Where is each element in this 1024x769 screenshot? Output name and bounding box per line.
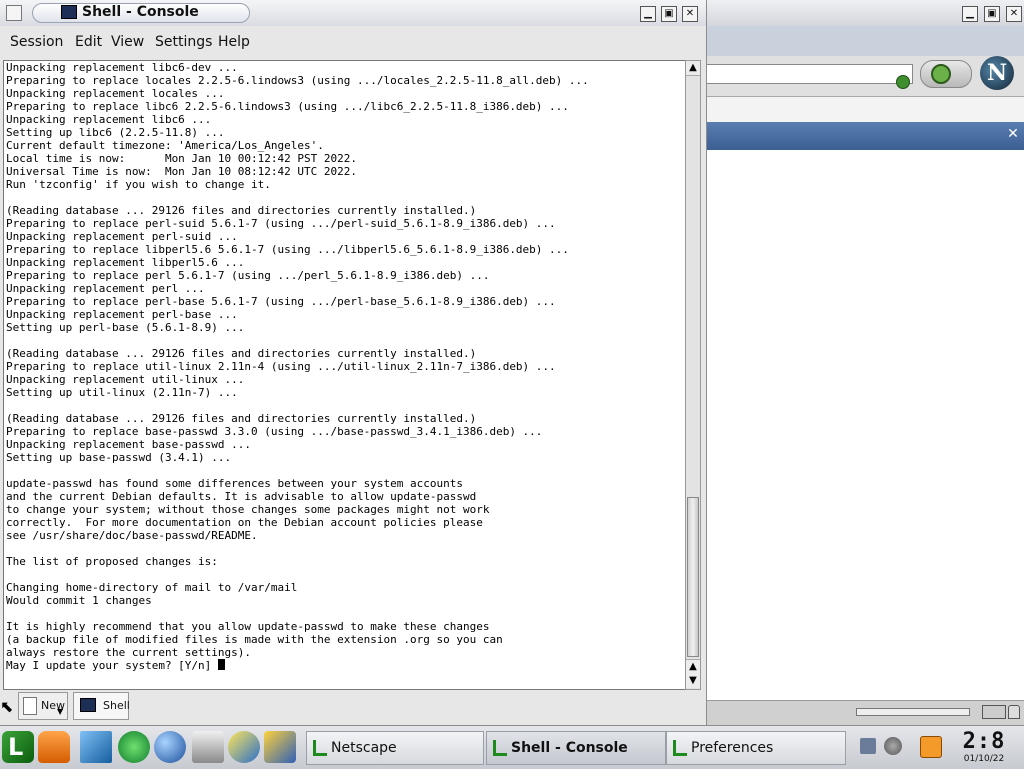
window-icon	[673, 740, 687, 756]
window-icon	[493, 740, 507, 756]
window-menu-icon[interactable]	[6, 5, 22, 21]
user-icon[interactable]	[884, 737, 902, 755]
terminal-prompt: May I update your system? [Y/n]	[6, 659, 218, 672]
start-logo-icon: L	[8, 733, 24, 761]
chevron-down-icon[interactable]: ▼	[57, 707, 63, 716]
maximize-icon[interactable]: ▣	[984, 6, 1000, 22]
minimize-icon[interactable]: ▁	[640, 6, 656, 22]
menu-session[interactable]: Session	[10, 34, 63, 50]
connection-icon	[982, 705, 1006, 719]
clock[interactable]: 2:8 01/10/22	[956, 729, 1012, 765]
taskbar-item-label: Preferences	[691, 740, 774, 756]
tab-shell[interactable]: Shell	[73, 692, 130, 720]
terminal-output[interactable]: Unpacking replacement libc6-dev ... Prep…	[3, 60, 686, 690]
session-tab-bar: New ▼ Shell	[0, 690, 706, 725]
close-icon[interactable]: ✕	[1006, 6, 1022, 22]
text-cursor	[217, 659, 225, 670]
taskbar: L Netscape Shell - Console Preferences 2…	[0, 725, 1024, 769]
paintbrush-icon[interactable]	[264, 731, 296, 763]
window-title: Shell - Console	[82, 4, 199, 20]
taskbar-item-label: Netscape	[331, 740, 397, 756]
menu-edit[interactable]: Edit	[75, 34, 102, 50]
close-icon[interactable]: ✕	[682, 6, 698, 22]
terminal-icon	[61, 5, 77, 19]
window-icon	[313, 740, 327, 756]
sidebar-header: ✕	[706, 122, 1024, 150]
search-icon	[931, 64, 951, 84]
netscape-personal-toolbar	[706, 96, 1024, 123]
netscape-location-area: N	[706, 56, 1024, 96]
globe-browser-icon[interactable]	[154, 731, 186, 763]
search-button[interactable]	[920, 60, 972, 88]
clock-time: 2:8	[962, 729, 1006, 754]
start-menu-button[interactable]: L	[2, 731, 34, 763]
power-icon[interactable]	[920, 736, 942, 758]
clock-date: 01/10/22	[963, 754, 1005, 764]
scroll-down-icon[interactable]: ▼	[686, 674, 700, 688]
scrollbar-thumb[interactable]	[687, 497, 699, 657]
netscape-titlebar[interactable]: ▁ ▣ ✕	[700, 0, 1024, 27]
taskbar-item-console[interactable]: Shell - Console	[486, 731, 666, 765]
sidebar-close-icon[interactable]: ✕	[1006, 127, 1020, 141]
netscape-window: ▁ ▣ ✕ N ✕	[700, 0, 1024, 726]
volume-icon[interactable]	[860, 738, 876, 754]
page-content	[706, 150, 1024, 700]
menu-settings[interactable]: Settings	[155, 34, 212, 50]
new-session-button[interactable]: New ▼	[18, 692, 68, 720]
people-icon[interactable]	[228, 731, 260, 763]
console-window: Shell - Console ▁ ▣ ✕ Session Edit View …	[0, 0, 707, 725]
new-document-icon	[23, 697, 37, 715]
terminal-prompt-line: May I update your system? [Y/n]	[4, 659, 685, 672]
console-titlebar[interactable]: Shell - Console ▁ ▣ ✕	[0, 0, 706, 26]
go-icon[interactable]	[896, 75, 910, 89]
terminal-icon	[80, 698, 96, 712]
menu-bar: Session Edit View Settings Help	[0, 26, 706, 58]
minimize-icon[interactable]: ▁	[962, 6, 978, 22]
progress-bar	[856, 708, 970, 716]
terminal-text: Unpacking replacement libc6-dev ... Prep…	[6, 61, 589, 659]
taskbar-item-netscape[interactable]: Netscape	[306, 731, 484, 765]
maximize-icon[interactable]: ▣	[661, 6, 677, 22]
scroll-up-icon[interactable]: ▲	[686, 61, 700, 76]
printer-icon[interactable]	[192, 731, 224, 763]
taskbar-item-preferences[interactable]: Preferences	[666, 731, 846, 765]
netscape-status-bar	[706, 700, 1024, 726]
tab-shell-label: Shell	[103, 699, 130, 712]
lifesaver-help-icon[interactable]	[38, 731, 70, 763]
mouse-pointer-icon: ⬉	[0, 697, 14, 716]
security-lock-icon[interactable]	[1008, 705, 1020, 719]
netscape-toolbar	[706, 26, 1024, 56]
scroll-up-icon[interactable]: ▲	[686, 659, 700, 675]
cube-app-icon[interactable]	[80, 731, 112, 763]
menu-help[interactable]: Help	[218, 34, 250, 50]
taskbar-item-label: Shell - Console	[511, 740, 628, 756]
vertical-scrollbar[interactable]: ▲ ▲ ▼	[685, 60, 701, 690]
netscape-logo-icon: N	[980, 56, 1014, 90]
menu-view[interactable]: View	[111, 34, 144, 50]
location-input[interactable]	[706, 64, 913, 89]
runner-app-icon[interactable]	[118, 731, 150, 763]
